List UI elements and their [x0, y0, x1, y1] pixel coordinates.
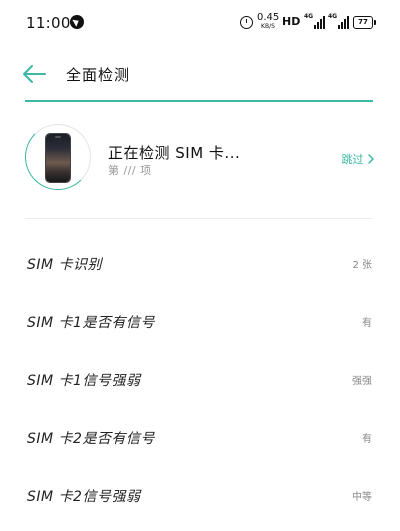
- status-bar: 11:00 0.45 KB/S HD 4G 4G 77: [0, 0, 400, 48]
- chevron-right-icon: [368, 154, 374, 164]
- skip-button[interactable]: 跳过: [342, 151, 376, 167]
- hd-icon: HD: [282, 15, 301, 28]
- progress-bar: [25, 100, 373, 102]
- battery-icon: 77: [353, 16, 376, 29]
- sim2-signal-icon: 4G: [328, 13, 354, 29]
- page-title: 全面检测: [66, 66, 131, 84]
- result-item: SIM 卡2是否有信号 有: [0, 408, 400, 466]
- result-value: 强强: [352, 376, 372, 387]
- result-item: SIM 卡1是否有信号 有: [0, 292, 400, 350]
- current-test-title: 正在检测 SIM 卡...: [108, 144, 241, 162]
- result-label: SIM 卡2信号强弱: [27, 489, 141, 505]
- network-speed: 0.45 KB/S: [257, 13, 279, 31]
- result-item: SIM 卡1信号强弱 强强: [0, 350, 400, 408]
- result-label: SIM 卡1是否有信号: [27, 315, 155, 331]
- status-time: 11:00: [26, 14, 71, 32]
- sim2-generation: 4G: [328, 13, 338, 20]
- result-value: 2 张: [352, 260, 372, 271]
- current-test-step: 第 /// 项: [108, 164, 152, 177]
- alarm-icon: [240, 16, 253, 29]
- sim1-generation: 4G: [304, 13, 314, 20]
- result-value: 有: [362, 434, 372, 445]
- result-value: 中等: [352, 492, 372, 503]
- result-label: SIM 卡2是否有信号: [27, 431, 155, 447]
- sim1-signal-icon: 4G: [304, 13, 330, 29]
- phone-image: [46, 134, 70, 182]
- network-speed-unit: KB/S: [261, 23, 275, 30]
- network-speed-value: 0.45: [257, 12, 280, 23]
- result-value: 有: [362, 318, 372, 329]
- back-arrow-icon: [23, 65, 46, 83]
- result-label: SIM 卡识别: [27, 257, 103, 273]
- result-item: SIM 卡识别 2 张: [0, 234, 400, 292]
- screen: 11:00 0.45 KB/S HD 4G 4G 77 全面检测 正在检测 SI…: [0, 0, 400, 531]
- skip-label: 跳过: [341, 153, 364, 166]
- result-list: SIM 卡识别 2 张 SIM 卡1是否有信号 有 SIM 卡1信号强弱 强强 …: [0, 234, 400, 524]
- result-label: SIM 卡1信号强弱: [27, 373, 141, 389]
- result-item: SIM 卡2信号强弱 中等: [0, 466, 400, 524]
- divider: [25, 218, 373, 219]
- back-button[interactable]: [20, 62, 48, 86]
- progress-fill: [25, 100, 373, 102]
- navigation-icon: [70, 15, 84, 29]
